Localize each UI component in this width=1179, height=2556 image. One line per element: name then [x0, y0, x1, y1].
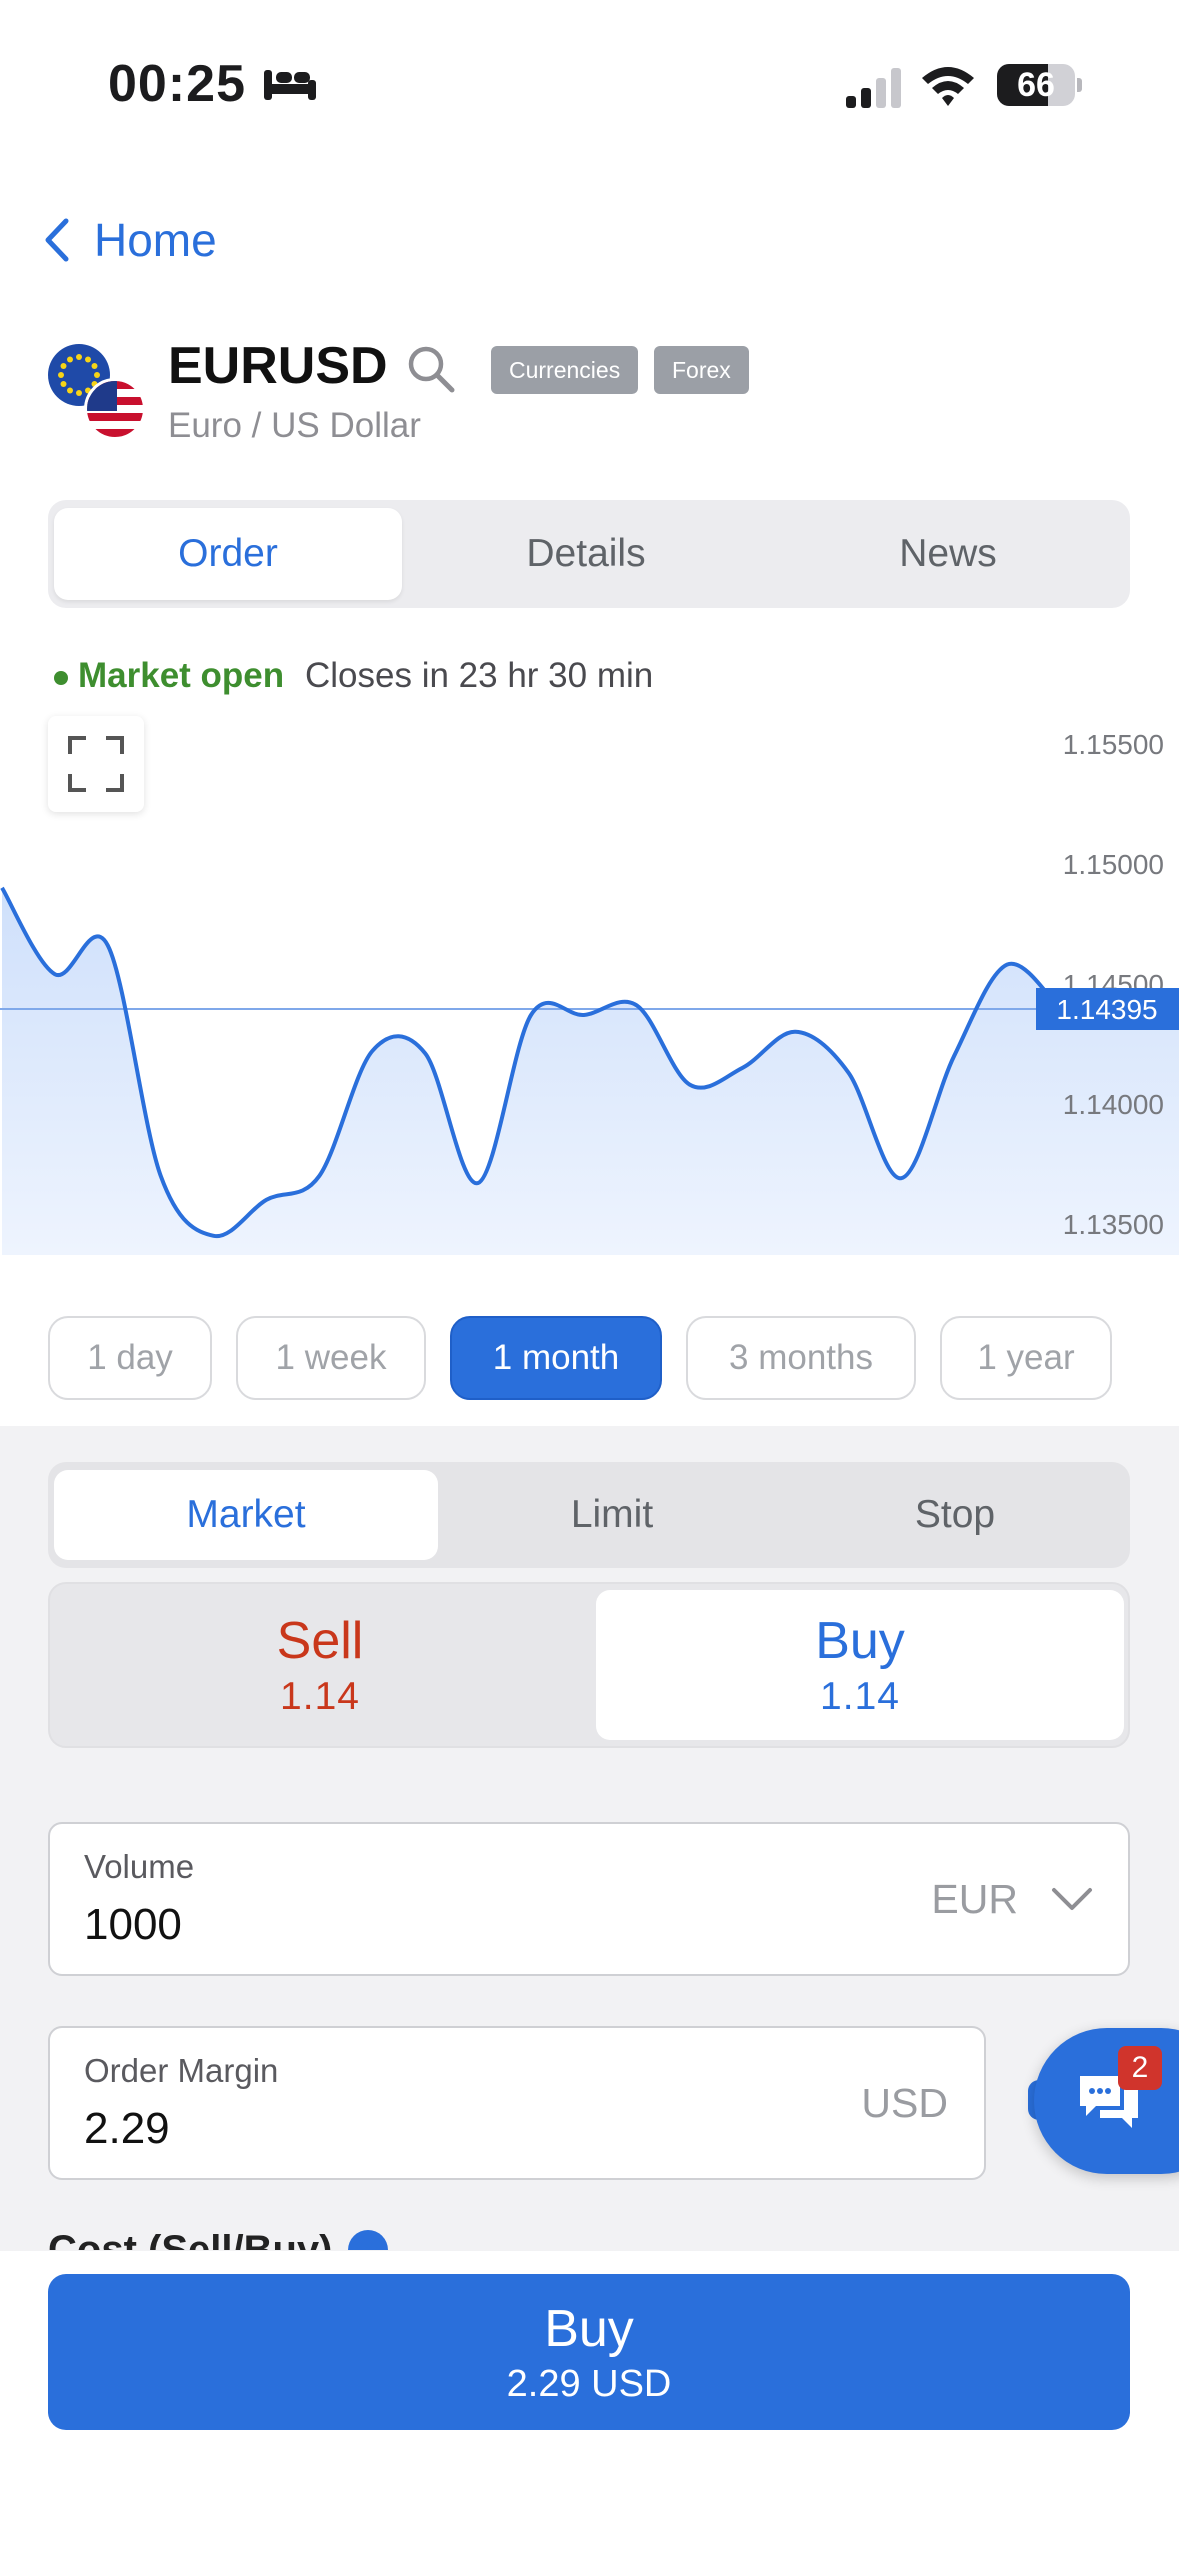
instrument-symbol: EURUSD: [168, 337, 388, 395]
battery-level: 66: [1017, 66, 1055, 104]
tab-order[interactable]: Order: [54, 508, 402, 600]
time-range-selector: 1 day 1 week 1 month 3 months 1 year: [0, 1316, 1179, 1402]
chevron-left-icon: [44, 215, 84, 265]
status-time: 00:25: [108, 55, 246, 113]
search-button[interactable]: [404, 342, 460, 398]
current-price-label: 1.14395: [1056, 994, 1157, 1025]
range-1-month[interactable]: 1 month: [450, 1316, 662, 1400]
margin-unit: USD: [861, 2079, 948, 2126]
buy-button-label: Buy: [544, 2299, 634, 2358]
battery-cap: [1077, 78, 1082, 92]
info-icon[interactable]: [348, 2230, 388, 2250]
chevron-down-icon: [1052, 1888, 1092, 1910]
market-open-indicator: [54, 671, 68, 685]
margin-value: 2.29: [84, 2104, 170, 2153]
tab-market[interactable]: Market: [54, 1470, 438, 1560]
status-bar: 00:25 66: [0, 0, 1179, 170]
buy-label: Buy: [815, 1612, 905, 1670]
search-icon: [408, 346, 455, 393]
volume-unit: EUR: [931, 1875, 1018, 1922]
back-button[interactable]: Home: [44, 210, 217, 270]
y-tick-label: 1.15500: [1063, 729, 1164, 760]
volume-field[interactable]: Volume 1000 EUR: [48, 1822, 1130, 1976]
order-type-tabs: Market Limit Stop: [48, 1462, 1130, 1568]
battery-indicator: 66: [997, 64, 1075, 106]
volume-label: Volume: [84, 1848, 195, 1885]
sell-label: Sell: [276, 1612, 364, 1670]
buy-button[interactable]: Buy 2.29 USD: [48, 2274, 1130, 2430]
y-tick-label: 1.14000: [1063, 1089, 1164, 1120]
range-1-year[interactable]: 1 year: [940, 1316, 1112, 1400]
bed-icon: [264, 70, 316, 100]
chart-area-fill: [2, 887, 1179, 1255]
tag-forex: Forex: [654, 346, 749, 394]
cost-label: Cost (Sell/Buy): [48, 2228, 333, 2250]
volume-value: 1000: [84, 1900, 182, 1949]
tab-stop[interactable]: Stop: [786, 1470, 1124, 1560]
wifi-icon: [922, 67, 974, 106]
buy-price: 1.14: [820, 1675, 900, 1718]
chat-unread-badge: 2: [1118, 2046, 1162, 2090]
range-3-months[interactable]: 3 months: [686, 1316, 916, 1400]
expand-icon: [68, 736, 124, 792]
tab-news[interactable]: News: [770, 508, 1126, 600]
side-selector: Sell 1.14 Buy 1.14: [48, 1582, 1130, 1748]
back-label: Home: [94, 214, 217, 266]
price-chart[interactable]: 1.155001.150001.145001.140001.135001.143…: [0, 715, 1179, 1255]
range-1-day[interactable]: 1 day: [48, 1316, 212, 1400]
tag-currencies: Currencies: [491, 346, 639, 394]
y-tick-label: 1.15000: [1063, 849, 1164, 880]
instrument-tabs: Order Details News: [48, 500, 1130, 608]
market-status: Market open: [78, 656, 285, 695]
margin-label: Order Margin: [84, 2052, 279, 2089]
buy-button-amount: 2.29 USD: [506, 2362, 672, 2405]
sell-price: 1.14: [280, 1675, 360, 1718]
instrument-name: Euro / US Dollar: [168, 406, 421, 445]
order-margin-field[interactable]: Order Margin 2.29 USD: [48, 2026, 986, 2180]
range-1-week[interactable]: 1 week: [236, 1316, 426, 1400]
sell-button[interactable]: Sell 1.14: [56, 1590, 584, 1740]
fullscreen-button[interactable]: [48, 716, 144, 812]
y-tick-label: 1.13500: [1063, 1209, 1164, 1240]
volume-unit-select[interactable]: EUR: [931, 1824, 1094, 1974]
tab-details[interactable]: Details: [408, 508, 764, 600]
chat-button[interactable]: 2: [1034, 2028, 1179, 2174]
tab-limit[interactable]: Limit: [444, 1470, 780, 1560]
market-close-time: Closes in 23 hr 30 min: [305, 656, 654, 695]
signal-icon: [846, 68, 901, 108]
us-flag-icon: [84, 378, 146, 440]
buy-side-button[interactable]: Buy 1.14: [596, 1590, 1124, 1740]
